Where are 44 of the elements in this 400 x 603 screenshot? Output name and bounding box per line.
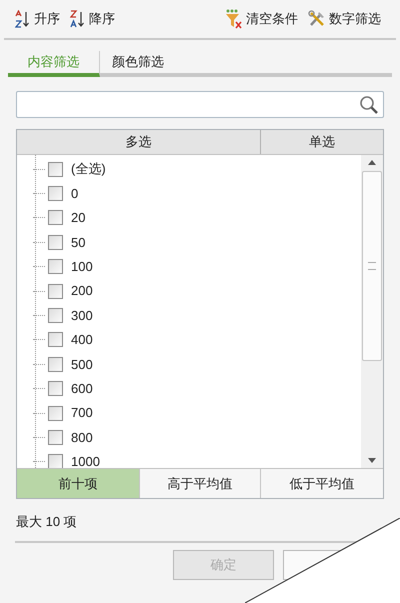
mode-tab[interactable]: 单选 [261, 130, 383, 154]
item-label: (全选) [71, 160, 106, 178]
item-label: 300 [71, 306, 93, 325]
funnel-icon [225, 9, 243, 29]
tools-icon [308, 10, 326, 28]
checkbox[interactable] [48, 210, 63, 226]
checkbox[interactable] [48, 356, 63, 372]
checkbox[interactable] [48, 259, 63, 274]
caption: 最大 10 项 [16, 513, 78, 531]
item-label: 100 [71, 258, 93, 276]
toolbar-button[interactable]: 升序 [12, 6, 63, 32]
item-label: 500 [71, 356, 93, 374]
item-label: 50 [71, 234, 86, 252]
item-label: 700 [71, 404, 93, 422]
item-label: 20 [71, 209, 86, 228]
item-label: 400 [71, 331, 93, 350]
scrollbar[interactable] [361, 155, 383, 468]
item-label: 600 [71, 380, 93, 398]
checkbox[interactable] [48, 381, 63, 396]
quick-filter-tab[interactable]: 高于平均值 [139, 469, 261, 498]
mode-tab[interactable]: 多选 [17, 130, 261, 154]
toolbar-button[interactable]: 数字筛选 [305, 6, 384, 32]
tab[interactable]: 颜色筛选 [100, 51, 176, 77]
toolbar-button[interactable]: 降序 [67, 6, 118, 32]
sort-ascending-icon [15, 10, 31, 28]
checkbox[interactable] [48, 454, 63, 468]
item-label: 0 [71, 184, 78, 203]
checkbox[interactable] [48, 234, 63, 250]
sort-descending-icon [70, 10, 86, 28]
checkbox[interactable] [48, 430, 63, 445]
checkbox[interactable] [48, 332, 63, 348]
toolbar-button[interactable]: 清空条件 [222, 6, 301, 32]
checkbox[interactable] [48, 406, 63, 421]
checkbox[interactable] [48, 186, 63, 202]
search-field[interactable] [16, 91, 384, 118]
checkbox[interactable] [48, 284, 63, 299]
quick-filter-tab[interactable]: 低于平均值 [261, 469, 383, 498]
checkbox[interactable] [48, 308, 63, 324]
item-label: 1000 [71, 453, 100, 468]
item-label: 200 [71, 282, 93, 300]
search-icon[interactable] [359, 94, 379, 114]
quick-filter-tab[interactable]: 前十项 [17, 469, 139, 498]
checkbox[interactable] [48, 162, 63, 177]
item-label: 800 [71, 428, 93, 447]
